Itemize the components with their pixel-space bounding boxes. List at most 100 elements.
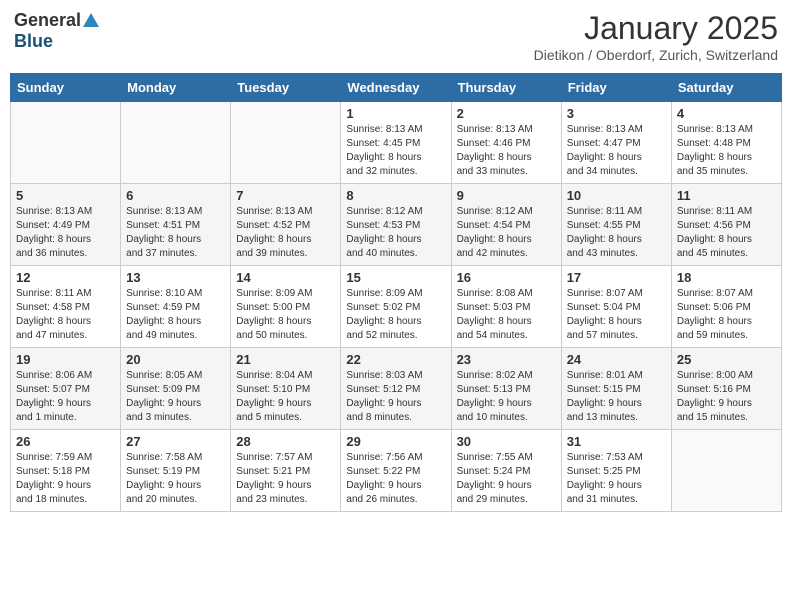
calendar-header-row: SundayMondayTuesdayWednesdayThursdayFrid… [11, 74, 782, 102]
day-info: Sunrise: 8:02 AM Sunset: 5:13 PM Dayligh… [457, 369, 556, 425]
day-info: Sunrise: 7:55 AM Sunset: 5:24 PM Dayligh… [457, 451, 556, 507]
title-section: January 2025 Dietikon / Oberdorf, Zurich… [534, 10, 778, 63]
calendar-cell [671, 430, 781, 512]
calendar-week-row: 5 Sunrise: 8:13 AM Sunset: 4:49 PM Daylig… [11, 184, 782, 266]
day-number: 8 [346, 188, 445, 203]
day-number: 13 [126, 270, 225, 285]
day-number: 19 [16, 352, 115, 367]
calendar-cell: 1 Sunrise: 8:13 AM Sunset: 4:45 PM Daylig… [341, 102, 451, 184]
day-info: Sunrise: 8:13 AM Sunset: 4:46 PM Dayligh… [457, 123, 556, 179]
month-title: January 2025 [534, 10, 778, 47]
day-info: Sunrise: 8:13 AM Sunset: 4:47 PM Dayligh… [567, 123, 666, 179]
calendar-cell: 7 Sunrise: 8:13 AM Sunset: 4:52 PM Daylig… [231, 184, 341, 266]
calendar-cell: 10 Sunrise: 8:11 AM Sunset: 4:55 PM Dayli… [561, 184, 671, 266]
calendar-cell: 18Sunrise: 8:07 AM Sunset: 5:06 PM Dayli… [671, 266, 781, 348]
calendar-cell: 23 Sunrise: 8:02 AM Sunset: 5:13 PM Dayli… [451, 348, 561, 430]
day-number: 12 [16, 270, 115, 285]
calendar-week-row: 12 Sunrise: 8:11 AM Sunset: 4:58 PM Dayli… [11, 266, 782, 348]
day-info: Sunrise: 8:10 AM Sunset: 4:59 PM Dayligh… [126, 287, 225, 343]
day-number: 16 [457, 270, 556, 285]
calendar-cell: 22 Sunrise: 8:03 AM Sunset: 5:12 PM Dayli… [341, 348, 451, 430]
day-number: 11 [677, 188, 776, 203]
day-info: Sunrise: 8:11 AM Sunset: 4:56 PM Dayligh… [677, 205, 776, 261]
calendar-cell: 3 Sunrise: 8:13 AM Sunset: 4:47 PM Daylig… [561, 102, 671, 184]
day-number: 25 [677, 352, 776, 367]
calendar-cell: 6 Sunrise: 8:13 AM Sunset: 4:51 PM Daylig… [121, 184, 231, 266]
day-info: Sunrise: 8:08 AM Sunset: 5:03 PM Dayligh… [457, 287, 556, 343]
day-info: Sunrise: 8:07 AM Sunset: 5:06 PM Dayligh… [677, 287, 776, 343]
day-info: Sunrise: 8:05 AM Sunset: 5:09 PM Dayligh… [126, 369, 225, 425]
day-info: Sunrise: 8:09 AM Sunset: 5:02 PM Dayligh… [346, 287, 445, 343]
day-info: Sunrise: 8:13 AM Sunset: 4:49 PM Dayligh… [16, 205, 115, 261]
calendar-week-row: 26 Sunrise: 7:59 AM Sunset: 5:18 PM Dayli… [11, 430, 782, 512]
day-number: 9 [457, 188, 556, 203]
day-number: 21 [236, 352, 335, 367]
day-info: Sunrise: 8:03 AM Sunset: 5:12 PM Dayligh… [346, 369, 445, 425]
day-number: 1 [346, 106, 445, 121]
day-info: Sunrise: 8:09 AM Sunset: 5:00 PM Dayligh… [236, 287, 335, 343]
day-info: Sunrise: 8:06 AM Sunset: 5:07 PM Dayligh… [16, 369, 115, 425]
calendar-table: SundayMondayTuesdayWednesdayThursdayFrid… [10, 73, 782, 512]
day-number: 22 [346, 352, 445, 367]
weekday-header: Thursday [451, 74, 561, 102]
calendar-cell: 14 Sunrise: 8:09 AM Sunset: 5:00 PM Dayli… [231, 266, 341, 348]
day-info: Sunrise: 8:13 AM Sunset: 4:52 PM Dayligh… [236, 205, 335, 261]
day-number: 24 [567, 352, 666, 367]
day-number: 29 [346, 434, 445, 449]
weekday-header: Saturday [671, 74, 781, 102]
calendar-week-row: 19 Sunrise: 8:06 AM Sunset: 5:07 PM Dayli… [11, 348, 782, 430]
day-info: Sunrise: 7:57 AM Sunset: 5:21 PM Dayligh… [236, 451, 335, 507]
day-info: Sunrise: 8:13 AM Sunset: 4:48 PM Dayligh… [677, 123, 776, 179]
calendar-cell: 16 Sunrise: 8:08 AM Sunset: 5:03 PM Dayli… [451, 266, 561, 348]
day-number: 31 [567, 434, 666, 449]
calendar-cell [231, 102, 341, 184]
day-info: Sunrise: 8:11 AM Sunset: 4:55 PM Dayligh… [567, 205, 666, 261]
weekday-header: Friday [561, 74, 671, 102]
calendar-cell: 12 Sunrise: 8:11 AM Sunset: 4:58 PM Dayli… [11, 266, 121, 348]
calendar-cell: 24Sunrise: 8:01 AM Sunset: 5:15 PM Dayli… [561, 348, 671, 430]
logo-general-text: General [14, 10, 81, 31]
calendar-cell: 21 Sunrise: 8:04 AM Sunset: 5:10 PM Dayli… [231, 348, 341, 430]
day-info: Sunrise: 8:07 AM Sunset: 5:04 PM Dayligh… [567, 287, 666, 343]
day-number: 14 [236, 270, 335, 285]
day-number: 5 [16, 188, 115, 203]
calendar-cell: 13 Sunrise: 8:10 AM Sunset: 4:59 PM Dayli… [121, 266, 231, 348]
day-info: Sunrise: 8:13 AM Sunset: 4:51 PM Dayligh… [126, 205, 225, 261]
calendar-cell: 4 Sunrise: 8:13 AM Sunset: 4:48 PM Daylig… [671, 102, 781, 184]
calendar-cell: 19 Sunrise: 8:06 AM Sunset: 5:07 PM Dayli… [11, 348, 121, 430]
calendar-cell: 31Sunrise: 7:53 AM Sunset: 5:25 PM Dayli… [561, 430, 671, 512]
calendar-cell [11, 102, 121, 184]
day-info: Sunrise: 8:12 AM Sunset: 4:54 PM Dayligh… [457, 205, 556, 261]
day-info: Sunrise: 8:04 AM Sunset: 5:10 PM Dayligh… [236, 369, 335, 425]
day-info: Sunrise: 8:13 AM Sunset: 4:45 PM Dayligh… [346, 123, 445, 179]
day-info: Sunrise: 7:58 AM Sunset: 5:19 PM Dayligh… [126, 451, 225, 507]
weekday-header: Tuesday [231, 74, 341, 102]
calendar-cell: 27 Sunrise: 7:58 AM Sunset: 5:19 PM Dayli… [121, 430, 231, 512]
day-info: Sunrise: 8:12 AM Sunset: 4:53 PM Dayligh… [346, 205, 445, 261]
day-number: 6 [126, 188, 225, 203]
calendar-cell: 29Sunrise: 7:56 AM Sunset: 5:22 PM Dayli… [341, 430, 451, 512]
calendar-cell: 20Sunrise: 8:05 AM Sunset: 5:09 PM Dayli… [121, 348, 231, 430]
logo: General Blue [14, 10, 99, 52]
day-info: Sunrise: 8:11 AM Sunset: 4:58 PM Dayligh… [16, 287, 115, 343]
day-info: Sunrise: 7:59 AM Sunset: 5:18 PM Dayligh… [16, 451, 115, 507]
day-number: 10 [567, 188, 666, 203]
day-number: 23 [457, 352, 556, 367]
day-number: 3 [567, 106, 666, 121]
calendar-cell: 8 Sunrise: 8:12 AM Sunset: 4:53 PM Daylig… [341, 184, 451, 266]
calendar-cell: 11 Sunrise: 8:11 AM Sunset: 4:56 PM Dayli… [671, 184, 781, 266]
day-number: 4 [677, 106, 776, 121]
calendar-cell: 9 Sunrise: 8:12 AM Sunset: 4:54 PM Daylig… [451, 184, 561, 266]
calendar-cell: 28 Sunrise: 7:57 AM Sunset: 5:21 PM Dayli… [231, 430, 341, 512]
calendar-cell: 30Sunrise: 7:55 AM Sunset: 5:24 PM Dayli… [451, 430, 561, 512]
day-number: 28 [236, 434, 335, 449]
calendar-cell [121, 102, 231, 184]
calendar-week-row: 1 Sunrise: 8:13 AM Sunset: 4:45 PM Daylig… [11, 102, 782, 184]
logo-triangle-icon [83, 13, 99, 27]
day-number: 7 [236, 188, 335, 203]
day-number: 27 [126, 434, 225, 449]
calendar-cell: 17Sunrise: 8:07 AM Sunset: 5:04 PM Dayli… [561, 266, 671, 348]
day-number: 15 [346, 270, 445, 285]
day-number: 26 [16, 434, 115, 449]
page-header: General Blue January 2025 Dietikon / Obe… [10, 10, 782, 63]
